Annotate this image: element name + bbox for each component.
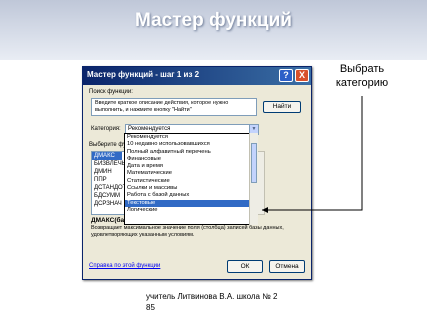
slide-footer: учитель Литвинова В.А. школа № 2 85 [146,291,277,313]
page-number: 85 [146,303,155,312]
callout-arrow [262,96,363,213]
footer-author: учитель Литвинова В.А. школа № 2 [146,292,278,301]
